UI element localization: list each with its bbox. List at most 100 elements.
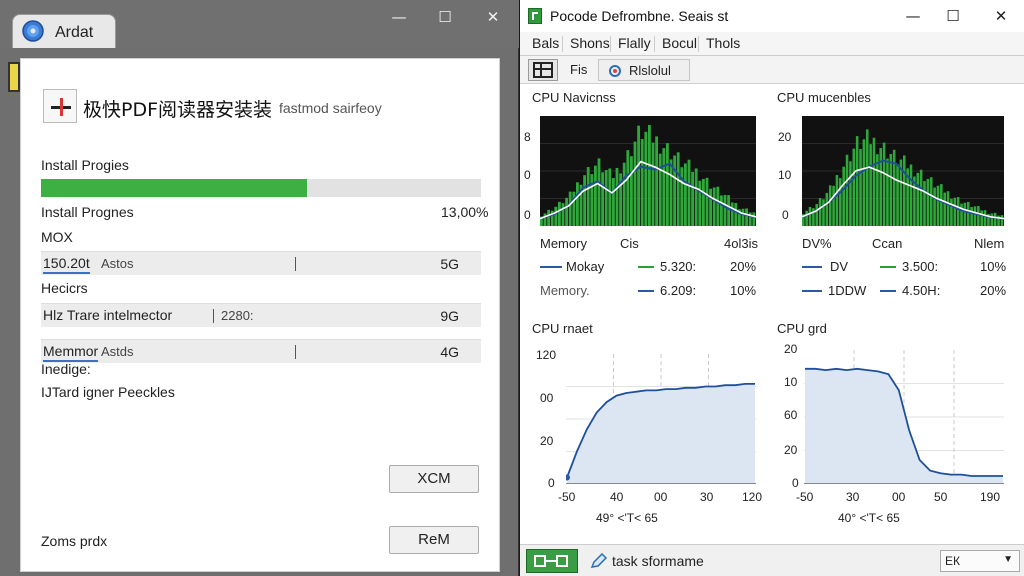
refresh-label: Rlslolul — [629, 63, 671, 78]
cpu-bar — [882, 142, 886, 226]
cpu-bar — [712, 187, 716, 226]
legend-swatch — [638, 290, 654, 292]
install-progress-label: Install Progies — [41, 157, 129, 173]
cpu-bar — [673, 155, 676, 226]
side-folder-icon — [8, 62, 20, 92]
hecicrs-label: Hecicrs — [41, 280, 88, 296]
status-dropdown-value: ЕК — [945, 554, 960, 568]
cpu-bar — [862, 139, 866, 226]
cpu-bar — [929, 177, 933, 226]
x-axis-label: 40° <'T< 65 — [838, 511, 900, 525]
x-tick-label: 30 — [846, 490, 860, 504]
row-separator — [295, 345, 296, 359]
cpu-bar — [973, 206, 977, 226]
table-row[interactable]: Hlz Trare intelmector 2280: 9G — [41, 303, 481, 327]
cpu-bar — [933, 187, 936, 226]
close-button[interactable]: ✕ — [986, 4, 1016, 28]
minimize-button[interactable]: — — [898, 4, 928, 28]
cpu-bar — [852, 148, 856, 226]
status-dropdown[interactable]: ЕК ▼ — [940, 550, 1020, 572]
cpu-bar — [919, 169, 923, 226]
cpu-bar — [818, 198, 822, 226]
menu-separator — [698, 36, 699, 52]
chart-view-button[interactable] — [528, 59, 558, 81]
y-tick-label: 0 — [782, 208, 789, 222]
cpu-bar — [869, 144, 872, 226]
cpu-bar — [716, 186, 720, 226]
cpu-bar — [896, 164, 899, 226]
cpu-bar — [879, 148, 882, 226]
cpu-bar — [943, 192, 946, 226]
legend-pct: 20% — [980, 283, 1007, 298]
maximize-button[interactable]: ☐ — [938, 4, 968, 28]
cpu-bar — [980, 210, 983, 226]
x-tick-label: -50 — [796, 490, 814, 504]
cpu-bar — [752, 212, 756, 226]
rem-button[interactable]: ReM — [389, 526, 479, 554]
cpu-bar — [622, 162, 626, 226]
menu-item[interactable]: Bocul — [658, 35, 701, 51]
xcm-button[interactable]: XCM — [389, 465, 479, 493]
cpu-bar — [709, 188, 712, 226]
legend-header: Memory — [540, 236, 587, 251]
installer-tab[interactable]: Ardat — [12, 14, 116, 48]
cpu-bar — [576, 182, 579, 226]
installer-titlebar[interactable]: Ardat — ☐ ✕ — [0, 0, 519, 48]
toolbar-label-fis[interactable]: Fis — [570, 62, 587, 77]
cpu-bar — [828, 185, 832, 226]
maximize-button[interactable]: ☐ — [432, 6, 458, 28]
install-progress-fill — [41, 179, 308, 197]
menu-separator — [562, 36, 563, 52]
row-value: 4G — [440, 344, 459, 360]
legend-header: Cis — [620, 236, 639, 251]
cpu-bar — [658, 153, 662, 226]
progress-percent: 13,00% — [441, 204, 489, 220]
cpu-bar — [936, 185, 940, 226]
cpu-bar — [651, 142, 655, 226]
row-desc: 2280: — [221, 308, 254, 323]
pencil-icon — [590, 553, 608, 568]
status-label: task sformame — [612, 553, 704, 569]
minimize-button[interactable]: — — [386, 6, 412, 28]
toolbar: Fis Rlslolul — [520, 56, 1024, 84]
table-row[interactable]: Memmor Astds 4G — [41, 339, 481, 363]
cpu-bar — [684, 163, 687, 226]
menu-separator — [654, 36, 655, 52]
table-row[interactable]: 150.20t Astos 5G — [41, 251, 481, 275]
cpu-bar — [966, 201, 970, 226]
cpu-bar — [640, 139, 644, 226]
panel-title: CPU mucenbles — [777, 90, 871, 105]
menu-item[interactable]: Flally — [614, 35, 655, 51]
y-tick-label: 0 — [524, 168, 531, 182]
refresh-button[interactable]: Rlslolul — [598, 59, 690, 81]
cpu-bar — [842, 166, 845, 226]
cpu-bar — [815, 204, 819, 226]
status-toggle-button[interactable] — [526, 549, 578, 573]
menu-item[interactable]: Bals — [528, 35, 563, 51]
installer-panel: 极快PDF阅读器安装装 fastmod sairfeoy Install Pro… — [20, 58, 500, 572]
cpu-bar — [960, 203, 963, 226]
legend-name: DV — [830, 259, 849, 274]
row-separator — [213, 309, 214, 323]
cpu-bar — [698, 180, 702, 226]
cpu-bar — [565, 197, 568, 226]
performance-monitor-window: Pocode Defrombne. Seais st — ☐ ✕ Bals Sh… — [520, 0, 1024, 576]
status-bar: task sformame ЕК ▼ — [520, 544, 1024, 576]
cpu-bar — [630, 156, 633, 226]
y-tick-label: 0 — [792, 476, 799, 490]
menu-item[interactable]: Shons — [566, 35, 614, 51]
legend-name: Mokay — [566, 259, 605, 274]
cpu-bar — [923, 181, 926, 226]
cpu-graph-1 — [540, 116, 756, 226]
y-tick-label: 20 — [778, 130, 792, 144]
y-tick-label: 20 — [784, 342, 798, 356]
cpu-bar — [886, 158, 889, 226]
legend-name: Memory. — [540, 283, 590, 298]
gear-icon — [22, 20, 44, 42]
cpu-bar — [687, 159, 691, 226]
legend-value: 6.209: — [660, 283, 697, 298]
close-button[interactable]: ✕ — [480, 6, 506, 28]
menu-item[interactable]: Thols — [702, 35, 744, 51]
row-name: Hlz Trare intelmector — [43, 307, 173, 323]
x-axis-label: 49° <'T< 65 — [596, 511, 658, 525]
